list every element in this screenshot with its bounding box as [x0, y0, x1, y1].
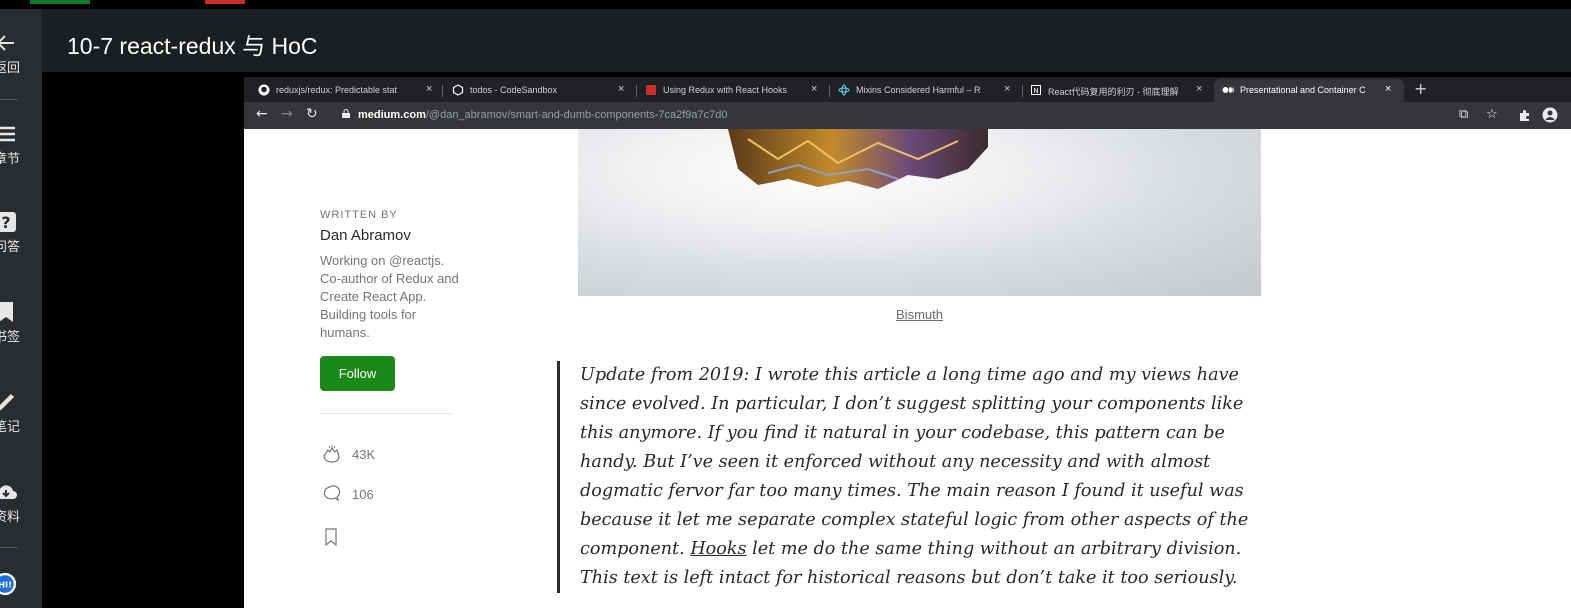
update-blockquote: Update from 2019: I wrote this article a… [557, 361, 1277, 593]
follow-button[interactable]: Follow [320, 356, 395, 391]
notion-icon: N [1031, 85, 1041, 95]
codesandbox-icon [452, 84, 464, 96]
divider [442, 85, 443, 97]
page-title: 10-7 react-redux 与 HoC [67, 33, 318, 59]
divider [1022, 85, 1023, 97]
tab-codesandbox[interactable]: todos - CodeSandbox × [452, 79, 632, 102]
course-sidebar: 返回 章节 ? 问答 书签 笔记 资料 HI! [0, 9, 42, 608]
tab-redux-hooks[interactable]: Using Redux with React Hooks × [645, 79, 825, 102]
sidebar-item-label: 笔记 [0, 420, 21, 435]
bookmark-icon [0, 302, 13, 322]
sidebar-item-label: 返回 [0, 61, 21, 76]
course-header: 10-7 react-redux 与 HoC [42, 9, 1571, 72]
divider [0, 99, 18, 100]
react-icon [838, 84, 850, 96]
extension-icon[interactable] [1518, 109, 1531, 122]
medium-icon [1222, 87, 1234, 93]
svg-text:?: ? [1, 213, 10, 232]
menu-icon [0, 126, 15, 142]
tab-mixins[interactable]: Mixins Considered Harmful – R × [838, 79, 1018, 102]
tab-bar: reduxjs/redux: Predictable stat × todos … [244, 77, 1571, 102]
tab-title: Presentational and Container C [1240, 85, 1366, 95]
quote-text: Update from 2019: I wrote this article a… [580, 365, 1249, 559]
new-tab-button[interactable]: + [1414, 79, 1427, 98]
arrow-left-icon [0, 35, 14, 51]
tab-close-button[interactable]: × [811, 83, 817, 95]
question-icon: ? [0, 212, 16, 232]
sidebar-item-label: 问答 [0, 240, 21, 255]
author-name[interactable]: Dan Abramov [320, 227, 460, 244]
divider [636, 85, 637, 97]
written-by-label: WRITTEN BY [320, 209, 398, 221]
translate-icon[interactable]: ⧉ [1459, 107, 1468, 122]
url-field[interactable]: medium.com/@dan_abramov/smart-and-dumb-c… [332, 106, 1442, 125]
redux-icon [646, 85, 656, 95]
tab-close-button[interactable]: × [1385, 83, 1391, 95]
github-icon [258, 84, 270, 96]
tab-title: Using Redux with React Hooks [663, 85, 788, 95]
divider [320, 413, 452, 414]
browser-window: reduxjs/redux: Predictable stat × todos … [244, 77, 1571, 608]
address-bar: ← → ↻ medium.com/@dan_abramov/smart-and-… [244, 102, 1571, 129]
divider [829, 85, 830, 97]
author-bio: Working on @reactjs. Co-author of Redux … [320, 253, 459, 340]
forward-button[interactable]: → [281, 106, 293, 122]
bismuth-crystal-image [728, 129, 988, 189]
tab-title: todos - CodeSandbox [470, 85, 558, 95]
tab-redux-github[interactable]: reduxjs/redux: Predictable stat × [258, 79, 436, 102]
tab-close-button[interactable]: × [426, 83, 432, 95]
clap-count: 43K [352, 447, 376, 462]
lock-icon [342, 109, 350, 118]
svg-text:HI!: HI! [0, 580, 12, 590]
tab-medium-active[interactable]: Presentational and Container C × [1214, 79, 1404, 102]
svg-text:N: N [1033, 87, 1038, 95]
sidebar-item-label: 资料 [0, 510, 21, 525]
image-caption[interactable]: Bismuth [578, 307, 1261, 322]
sidebar-item-label: 书签 [0, 330, 21, 345]
article-hero-image [578, 129, 1261, 296]
divider [0, 547, 18, 548]
tab-title: reduxjs/redux: Predictable stat [276, 85, 398, 95]
article-page: Bismuth WRITTEN BY Dan Abramov Working o… [244, 129, 1571, 608]
bookmark-outline-icon [325, 528, 337, 547]
profile-icon[interactable] [1542, 107, 1558, 123]
clap-icon [323, 445, 340, 463]
star-icon[interactable]: ☆ [1486, 107, 1498, 122]
sidebar-item-label: 章节 [0, 152, 21, 167]
tab-react-reuse[interactable]: N React代码复用的利刃 - 彻底理解 × [1030, 79, 1210, 102]
hi-icon: HI! [0, 572, 17, 596]
back-button[interactable]: ← [256, 106, 268, 122]
hooks-link[interactable]: Hooks [690, 539, 746, 559]
pencil-icon [0, 394, 14, 411]
comment-icon [323, 485, 341, 502]
tab-close-button[interactable]: × [1004, 83, 1010, 95]
url-path: /@dan_abramov/smart-and-dumb-components-… [425, 109, 728, 121]
top-strip [0, 0, 1571, 9]
url-domain: medium.com [358, 109, 426, 121]
cloud-download-icon [0, 485, 17, 499]
tab-close-button[interactable]: × [618, 83, 624, 95]
reload-button[interactable]: ↻ [306, 106, 318, 122]
response-count: 106 [352, 487, 374, 502]
tab-title: Mixins Considered Harmful – R [856, 85, 981, 95]
author-card: WRITTEN BY Dan Abramov Working on @react… [320, 209, 460, 391]
tab-close-button[interactable]: × [1196, 83, 1202, 95]
tab-title: React代码复用的利刃 - 彻底理解 [1048, 87, 1179, 97]
